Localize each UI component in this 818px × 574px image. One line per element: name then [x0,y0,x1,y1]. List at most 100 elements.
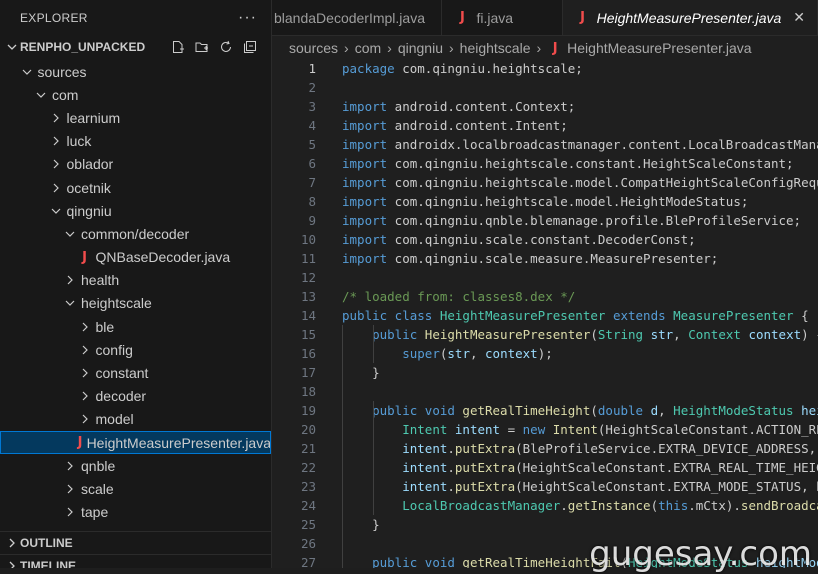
tree-item-label: decoder [95,388,147,405]
code-text: intent.putExtra(HeightScaleConstant.EXTR… [316,458,818,477]
tree-file-item[interactable]: J HeightMeasurePresenter.java [0,431,271,455]
line-number: 1 [308,61,316,76]
file-tree: sources com learnium luck oblador ocetnik qing… [0,60,271,524]
line-number: 2 [308,80,316,95]
tree-folder-item[interactable]: qnble [0,454,271,477]
tree-folder-item[interactable]: luck [0,130,271,153]
tab-fi-java[interactable]: J fi.java [442,0,563,35]
code-token: (HeightScaleConstant.EXTRA_MODE_STATUS, … [515,479,818,494]
tree-folder-item[interactable]: com [0,83,271,106]
code-text: Intent intent = new Intent(HeightScaleCo… [316,420,818,439]
breadcrumb-item[interactable]: qingniu [398,40,443,56]
code-text: import android.content.Intent; [316,116,568,135]
code-token: public class [342,308,440,323]
indent-guide [373,325,374,363]
tree-item-label: sources [37,63,87,80]
refresh-icon[interactable] [219,40,233,54]
breadcrumb-item[interactable]: sources [289,40,338,56]
code-token: HeightMeasurePresenter [439,308,606,323]
code-token: Intent [402,422,448,437]
tree-folder-item[interactable]: sources [0,60,271,83]
more-actions-icon[interactable]: ··· [238,9,257,27]
code-line: 21 intent.putExtra(BleProfileService.EXT… [272,439,818,458]
explorer-title: EXPLORER [20,11,88,25]
code-token: String [597,327,644,342]
code-token: com.qingniu.heightscale.constant.HeightS… [387,156,794,171]
code-token: } [342,517,380,532]
tree-folder-item[interactable]: ble [0,315,271,338]
tab-label: fi.java [476,9,514,26]
new-folder-icon[interactable] [195,40,209,54]
code-token: putExtra [454,460,516,475]
tree-item-label: qingniu [66,202,112,219]
outline-section[interactable]: OUTLINE [0,531,271,554]
code-token: ( [590,403,598,418]
tree-folder-item[interactable]: health [0,269,271,292]
workspace-root-header[interactable]: RENPHO_UNPACKED [0,36,271,58]
tree-item-label: scale [81,480,114,497]
code-text: intent.putExtra(HeightScaleConstant.EXTR… [316,477,818,496]
tree-folder-item[interactable]: heightscale [0,292,271,315]
tree-folder-item[interactable]: learnium [0,106,271,129]
breadcrumb-item[interactable]: HeightMeasurePresenter.java [567,40,751,56]
chevron-right-icon [48,158,64,170]
code-token: (HeightScaleConstant.EXTRA_REAL_TIME_HEI… [515,460,818,475]
tab-label: blandaDecoderImpl.java [274,9,425,26]
code-token: , [673,327,689,342]
code-text: public void getRealTimeHeight(double d, … [316,401,818,420]
code-token: ) { [801,327,818,342]
timeline-label: TIMELINE [20,559,76,568]
tree-folder-item[interactable]: oblador [0,153,271,176]
code-token: import [342,156,388,171]
tree-item-label: HeightMeasurePresenter.java [86,434,271,451]
tree-folder-item[interactable]: scale [0,477,271,500]
tree-item-label: com [52,86,79,103]
code-token: android.content.Intent; [387,118,568,133]
code-text: public class HeightMeasurePresenter exte… [316,306,809,325]
tree-item-label: config [95,341,133,358]
tree-folder-item[interactable]: common/decoder [0,222,271,245]
line-number: 20 [300,422,316,437]
line-number: 14 [300,308,316,323]
code-token: package [342,61,395,76]
close-icon[interactable]: ✕ [793,9,805,26]
code-token: Context [688,327,741,342]
explorer-header: EXPLORER ··· [0,0,271,36]
line-number: 24 [300,498,316,513]
tree-folder-item[interactable]: ocetnik [0,176,271,199]
code-token: /* loaded from: classes8.dex */ [342,289,576,304]
breadcrumb-item[interactable]: heightscale [460,40,531,56]
code-token: (HeightScaleConstant.ACTION_REAL_TIME_HE… [597,422,818,437]
chevron-down-icon [62,228,78,240]
tree-folder-item[interactable]: qingniu [0,199,271,222]
tree-item-label: ocetnik [66,179,111,196]
code-token: heightModeStatus [801,403,818,418]
tree-folder-item[interactable]: model [0,408,271,431]
chevron-down-icon [48,205,64,217]
line-number: 22 [300,460,316,475]
line-number: 17 [300,365,316,380]
chevron-right-icon [48,112,64,124]
timeline-section[interactable]: TIMELINE [0,554,271,568]
explorer-sidebar: EXPLORER ··· RENPHO_UNPACKED sources com l… [0,0,272,568]
breadcrumb-item[interactable]: com [355,40,381,56]
code-token: MeasurePresenter [673,308,794,323]
code-editor[interactable]: 1 package com.qingniu.heightscale; 2 3 impor… [272,59,818,568]
code-line: 9 import com.qingniu.qnble.blemanage.prof… [272,211,818,230]
tree-folder-item[interactable]: config [0,338,271,361]
code-text: import com.qingniu.scale.measure.Measure… [316,249,718,268]
tree-file-item[interactable]: J QNBaseDecoder.java [0,246,271,269]
tab-blanda-decoder-impl[interactable]: blandaDecoderImpl.java [272,0,443,35]
tab-height-measure-presenter[interactable]: J HeightMeasurePresenter.java ✕ [562,0,818,35]
new-file-icon[interactable] [171,40,185,54]
line-number: 16 [300,346,316,361]
code-token: , [658,403,674,418]
code-token: . [447,460,455,475]
collapse-all-icon[interactable] [243,40,257,54]
tree-item-label: constant [95,365,149,382]
tree-folder-item[interactable]: decoder [0,385,271,408]
tree-folder-item[interactable]: constant [0,361,271,384]
tree-folder-item[interactable]: tape [0,501,271,524]
line-number: 21 [300,441,316,456]
